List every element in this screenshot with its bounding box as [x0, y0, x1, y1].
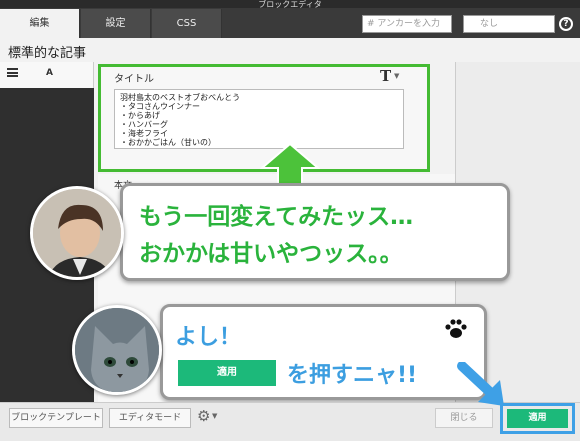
column-label: A	[46, 68, 53, 78]
tab-edit[interactable]: 編集	[0, 9, 80, 38]
chevron-down-icon[interactable]: ▼	[394, 72, 399, 80]
speech-line-1: もう一回変えてみたッス…	[139, 204, 414, 230]
anchor-input[interactable]: # アンカーを入力	[362, 15, 452, 33]
help-icon[interactable]: ?	[559, 17, 573, 31]
speech-line-2: おかかは甘いやつッス。。	[139, 241, 403, 267]
man-avatar	[30, 186, 124, 280]
editor-mode-button[interactable]: エディタモード	[109, 408, 191, 428]
speech-line-4: を押すニャ!!	[287, 363, 418, 388]
pointer-arrow-icon	[457, 362, 504, 406]
hash-icon: #	[367, 19, 375, 29]
menu-icon[interactable]	[7, 68, 18, 77]
editor-screen: ブロックエディタ 編集 設定 CSS # アンカーを入力 なし ? 標準的な記事…	[0, 0, 580, 441]
page-title: 標準的な記事	[8, 46, 87, 61]
tab-css[interactable]: CSS	[152, 9, 222, 38]
tab-settings[interactable]: 設定	[81, 9, 151, 38]
text-type-icon[interactable]: T	[380, 67, 391, 85]
title-block-label: タイトル	[114, 74, 154, 85]
cat-avatar	[72, 305, 162, 395]
close-button[interactable]: 閉じる	[435, 408, 493, 428]
gear-icon[interactable]: ⚙	[197, 407, 210, 425]
style-select[interactable]: なし	[463, 15, 555, 33]
block-template-button[interactable]: ブロックテンプレート	[9, 408, 103, 428]
apply-button-illustration: 適用	[178, 360, 276, 386]
apply-button[interactable]: 適用	[507, 409, 568, 428]
speech-line-3: よし！	[175, 325, 242, 350]
title-textarea[interactable]: 羽村島太のベストオブおべんとう ・タコさんウインナー ・からあげ ・ハンバーグ …	[114, 89, 404, 149]
gear-chevron-icon[interactable]: ▼	[212, 412, 217, 420]
anchor-placeholder: アンカーを入力	[377, 19, 441, 29]
paw-icon	[445, 319, 467, 338]
